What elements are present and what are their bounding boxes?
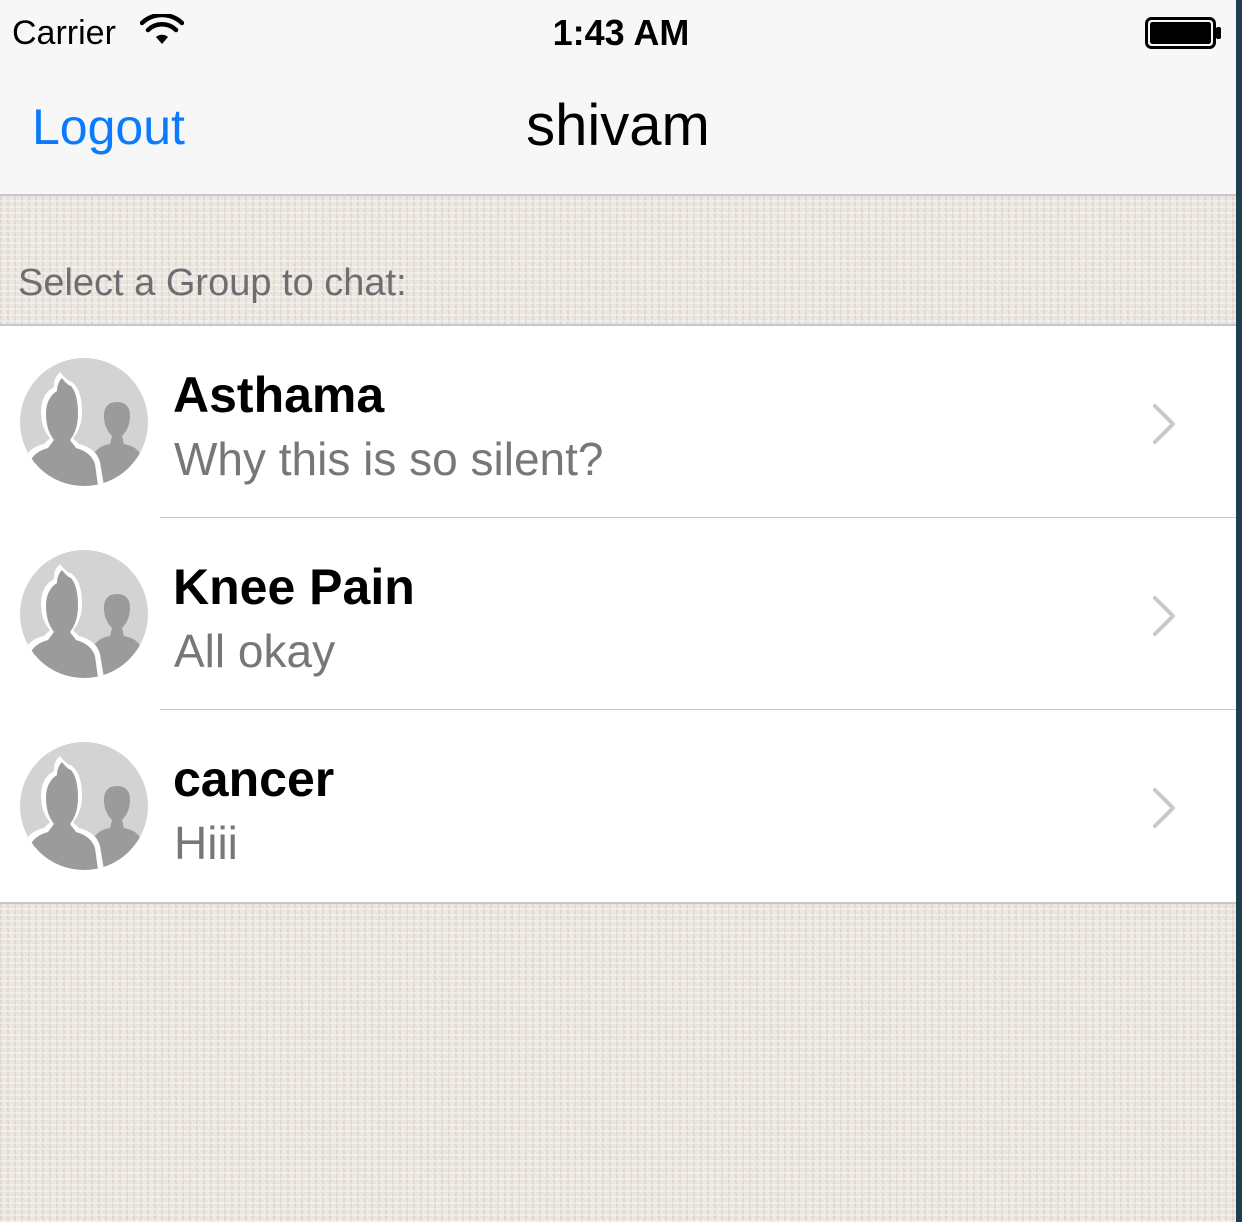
battery-icon [1145,17,1221,49]
group-name: Knee Pain [173,559,415,615]
chevron-right-icon [1153,404,1175,444]
group-last-message: Hiii [174,817,238,869]
app-screen: Carrier 1:43 AM Logout shivam Select a G… [0,0,1236,1222]
group-avatar-icon [20,358,148,486]
group-avatar-icon [20,742,148,870]
group-row[interactable]: Knee Pain All okay [0,518,1236,710]
section-header: Select a Group to chat: [18,262,407,304]
group-name: cancer [173,751,335,807]
status-time: 1:43 AM [552,12,690,53]
group-last-message: Why this is so silent? [174,433,604,485]
group-name: Asthama [173,367,385,423]
nav-title: shivam [526,93,710,158]
navigation-bar: Carrier 1:43 AM Logout shivam [0,0,1236,196]
group-row[interactable]: cancer Hiii [0,710,1236,902]
group-row[interactable]: Asthama Why this is so silent? [0,326,1236,518]
chevron-right-icon [1153,596,1175,636]
group-last-message: All okay [174,625,336,677]
group-list: Asthama Why this is so silent? Knee Pain… [0,324,1236,904]
chevron-right-icon [1153,788,1175,828]
group-avatar-icon [20,550,148,678]
